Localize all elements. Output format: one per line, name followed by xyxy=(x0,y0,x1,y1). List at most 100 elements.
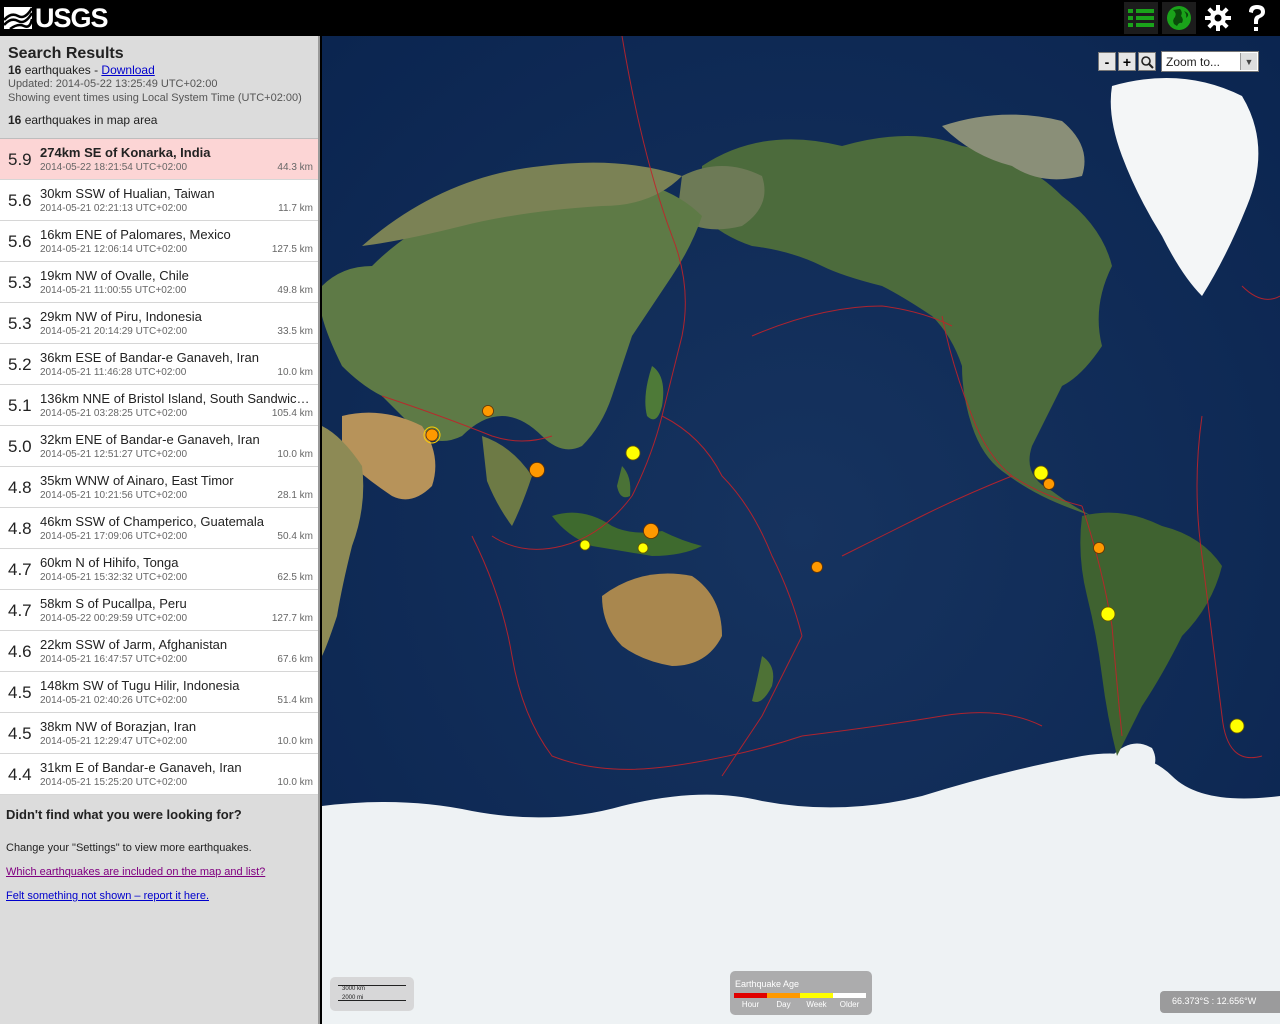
settings-button[interactable] xyxy=(1201,2,1235,34)
earthquake-age-legend: Earthquake Age Hour Day Week Older xyxy=(730,971,872,1015)
search-results-title: Search Results xyxy=(8,45,124,62)
earthquake-place: 22km SSW of Jarm, Afghanistan xyxy=(40,637,228,652)
earthquake-magnitude: 4.8 xyxy=(8,519,32,538)
search-results-header: Search Results 16 earthquakes - Download… xyxy=(0,36,318,139)
earthquake-list-item[interactable]: 4.7 58km S of Pucallpa, Peru 2014-05-22 00… xyxy=(0,590,318,631)
earthquake-magnitude: 5.6 xyxy=(8,232,32,251)
earthquake-place: 30km SSW of Hualian, Taiwan xyxy=(40,186,215,201)
earthquake-map[interactable]: - + Zoom to... ▼ 3000 km 2000 mi Earthqu… xyxy=(322,36,1280,1024)
marker-konarka[interactable] xyxy=(529,462,545,478)
earthquake-depth: 62.5 km xyxy=(277,572,313,583)
zoom-to-value: Zoom to... xyxy=(1166,55,1221,69)
earthquake-place: 148km SW of Tugu Hilir, Indonesia xyxy=(40,678,240,693)
earthquake-magnitude: 5.2 xyxy=(8,355,32,374)
usgs-logo[interactable]: USGS xyxy=(4,2,109,33)
zoom-control: - + Zoom to... ▼ xyxy=(1098,51,1259,72)
world-map-canvas[interactable] xyxy=(322,36,1280,1024)
earthquake-depth: 10.0 km xyxy=(277,449,313,460)
earthquake-place: 16km ENE of Palomares, Mexico xyxy=(40,227,231,242)
earthquake-list-item[interactable]: 5.0 32km ENE of Bandar-e Ganaveh, Iran 201… xyxy=(0,426,318,467)
earthquake-list-item[interactable]: 5.3 29km NW of Piru, Indonesia 2014-05-21 … xyxy=(0,303,318,344)
earthquake-time: 2014-05-21 16:47:57 UTC+02:00 xyxy=(40,654,188,665)
marker-ovalle[interactable] xyxy=(1100,606,1116,622)
earthquake-magnitude: 5.3 xyxy=(8,273,32,292)
download-link[interactable]: Download xyxy=(101,63,154,77)
marker-bristol-island[interactable] xyxy=(1229,718,1245,734)
legend-bar-0 xyxy=(734,993,767,998)
usgs-wave-icon xyxy=(4,7,34,31)
earthquake-place: 36km ESE of Bandar-e Ganaveh, Iran xyxy=(40,350,259,365)
earthquake-list-item[interactable]: 4.5 148km SW of Tugu Hilir, Indonesia 2014… xyxy=(0,672,318,713)
logo-text: USGS xyxy=(35,2,109,33)
marker-bandar-ganaveh[interactable] xyxy=(425,428,439,442)
earthquake-list-item[interactable]: 4.8 35km WNW of Ainaro, East Timor 2014-05… xyxy=(0,467,318,508)
app-header: USGS xyxy=(0,0,1280,36)
map-view-button[interactable] xyxy=(1162,2,1196,34)
report-felt-link[interactable]: Felt something not shown – report it her… xyxy=(6,890,312,902)
zoom-to-select[interactable]: Zoom to... ▼ xyxy=(1161,51,1259,72)
earthquake-time: 2014-05-21 11:00:55 UTC+02:00 xyxy=(40,285,187,296)
list-icon xyxy=(1128,9,1154,27)
earthquake-depth: 11.7 km xyxy=(278,203,313,214)
earthquake-magnitude: 4.4 xyxy=(8,765,32,784)
earthquake-depth: 127.7 km xyxy=(271,613,313,624)
marker-piru[interactable] xyxy=(643,523,659,539)
earthquake-time: 2014-05-22 00:29:59 UTC+02:00 xyxy=(40,613,188,624)
list-view-button[interactable] xyxy=(1124,2,1158,34)
earthquake-place: 46km SSW of Champerico, Guatemala xyxy=(40,514,264,529)
scale-km: 3000 km xyxy=(342,986,366,992)
earthquake-time: 2014-05-21 15:25:20 UTC+02:00 xyxy=(40,777,188,788)
earthquake-list-item[interactable]: 5.1 136km NNE of Bristol Island, South Sa… xyxy=(0,385,318,426)
zoom-out-button[interactable]: - xyxy=(1098,52,1116,71)
earthquake-magnitude: 4.6 xyxy=(8,642,32,661)
earthquake-time: 2014-05-21 12:51:27 UTC+02:00 xyxy=(40,449,188,460)
result-count-line: 16 earthquakes - Download xyxy=(8,63,318,77)
marker-hihifo[interactable] xyxy=(811,561,823,573)
help-section: Didn't find what you were looking for? C… xyxy=(0,795,318,926)
earthquake-time: 2014-05-21 02:40:26 UTC+02:00 xyxy=(40,695,188,706)
help-button[interactable] xyxy=(1240,2,1274,34)
legend-bar-2 xyxy=(800,993,833,998)
result-count-label: earthquakes - xyxy=(21,63,102,77)
marker-hualian[interactable] xyxy=(625,445,641,461)
earthquake-magnitude: 5.3 xyxy=(8,314,32,333)
zoom-in-button[interactable]: + xyxy=(1118,52,1136,71)
earthquake-list-item[interactable]: 4.4 31km E of Bandar-e Ganaveh, Iran 2014-… xyxy=(0,754,318,795)
marker-champerico[interactable] xyxy=(1043,478,1055,490)
earthquake-time: 2014-05-22 18:21:54 UTC+02:00 xyxy=(40,162,188,173)
zoom-box-button[interactable] xyxy=(1138,52,1156,71)
earthquake-magnitude: 4.7 xyxy=(8,560,32,579)
marker-tugu-hilir[interactable] xyxy=(579,539,591,551)
earthquake-list-item[interactable]: 4.5 38km NW of Borazjan, Iran 2014-05-21 1… xyxy=(0,713,318,754)
marker-jarm[interactable] xyxy=(482,405,494,417)
earthquake-list-item[interactable]: 5.6 30km SSW of Hualian, Taiwan 2014-05-21… xyxy=(0,180,318,221)
earthquake-list-item[interactable]: 5.9 274km SE of Konarka, India 2014-05-22 … xyxy=(0,139,318,180)
help-title: Didn't find what you were looking for? xyxy=(6,807,242,822)
marker-pucallpa[interactable] xyxy=(1093,542,1105,554)
globe-icon xyxy=(1167,6,1191,30)
result-count: 16 xyxy=(8,63,22,77)
earthquake-list-item[interactable]: 5.3 19km NW of Ovalle, Chile 2014-05-21 11… xyxy=(0,262,318,303)
earthquake-list-item[interactable]: 5.6 16km ENE of Palomares, Mexico 2014-05-… xyxy=(0,221,318,262)
earthquake-time: 2014-05-21 10:21:56 UTC+02:00 xyxy=(40,490,188,501)
legend-labels: Hour Day Week Older xyxy=(734,1000,866,1009)
in-map-area-line: 16 earthquakes in map area xyxy=(8,113,318,127)
earthquake-list-item[interactable]: 4.7 60km N of Hihifo, Tonga 2014-05-21 15:… xyxy=(0,549,318,590)
cursor-coordinates: 66.373°S : 12.656°W xyxy=(1160,991,1280,1013)
earthquake-place: 60km N of Hihifo, Tonga xyxy=(40,555,179,570)
earthquake-time: 2014-05-21 15:32:32 UTC+02:00 xyxy=(40,572,188,583)
map-scale: 3000 km 2000 mi xyxy=(330,977,414,1011)
marker-ainaro[interactable] xyxy=(637,542,649,554)
earthquake-time: 2014-05-21 03:28:25 UTC+02:00 xyxy=(40,408,188,419)
earthquake-depth: 44.3 km xyxy=(277,162,313,173)
help-text: Change your "Settings" to view more eart… xyxy=(6,842,252,854)
marker-palomares[interactable] xyxy=(1033,465,1049,481)
included-earthquakes-link[interactable]: Which earthquakes are included on the ma… xyxy=(6,866,312,878)
earthquake-place: 32km ENE of Bandar-e Ganaveh, Iran xyxy=(40,432,260,447)
earthquake-depth: 127.5 km xyxy=(271,244,313,255)
earthquake-depth: 33.5 km xyxy=(277,326,313,337)
earthquake-list-item[interactable]: 4.6 22km SSW of Jarm, Afghanistan 2014-05-… xyxy=(0,631,318,672)
earthquake-time: 2014-05-21 02:21:13 UTC+02:00 xyxy=(40,203,188,214)
earthquake-list-item[interactable]: 4.8 46km SSW of Champerico, Guatemala 2014… xyxy=(0,508,318,549)
earthquake-list-item[interactable]: 5.2 36km ESE of Bandar-e Ganaveh, Iran 201… xyxy=(0,344,318,385)
